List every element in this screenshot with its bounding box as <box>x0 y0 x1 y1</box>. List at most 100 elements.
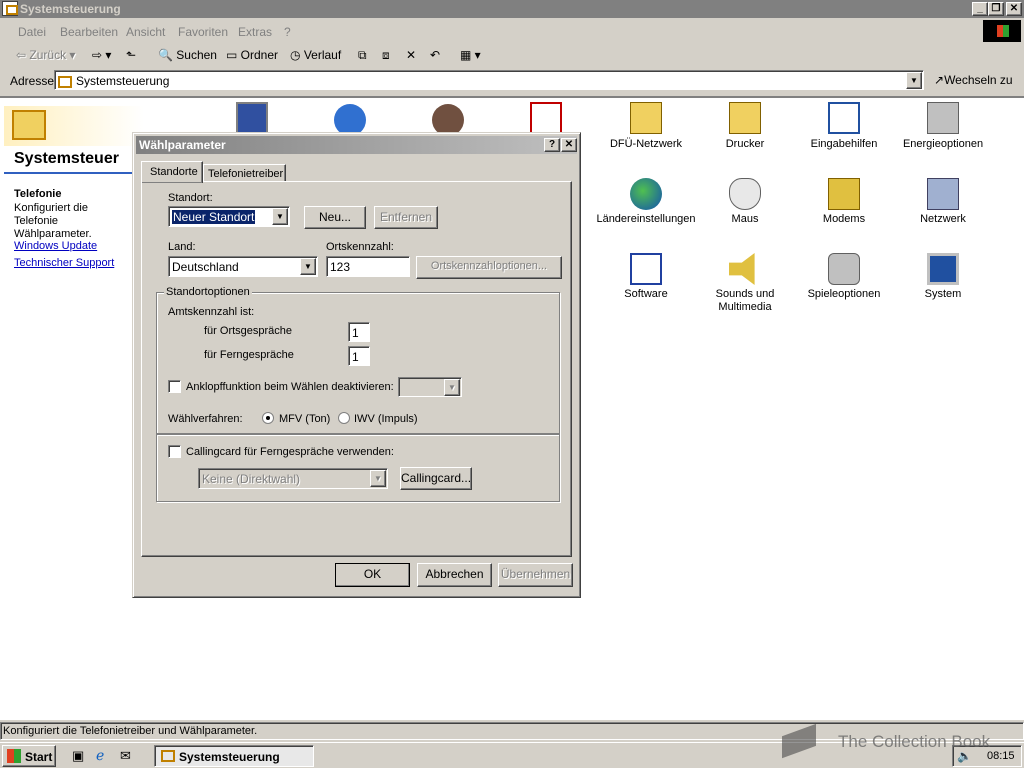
anklopf-label: Anklopffunktion beim Wählen deaktivieren… <box>186 381 394 393</box>
callingcard-button[interactable]: Callingcard... <box>400 467 472 490</box>
menu-datei[interactable]: Datei <box>18 25 46 39</box>
standort-combo[interactable]: Neuer Standort ▼ <box>168 206 290 227</box>
show-desktop-icon[interactable]: ▣ <box>72 748 84 764</box>
book-icon <box>776 722 822 762</box>
icon-label[interactable]: Sounds und Multimedia <box>695 288 795 314</box>
land-combo[interactable]: Deutschland ▼ <box>168 256 318 277</box>
fern-input[interactable]: 1 <box>348 346 370 366</box>
mfv-radio[interactable] <box>262 412 274 424</box>
icon-label[interactable]: DFÜ-Netzwerk <box>596 138 696 150</box>
maximize-button[interactable]: ❐ <box>988 2 1004 16</box>
forward-button[interactable]: ⇨ ▾ <box>92 48 111 62</box>
globe-icon[interactable] <box>630 178 662 210</box>
menu-extras[interactable]: Extras <box>238 25 272 39</box>
network-icon[interactable] <box>927 178 959 210</box>
dialog-titlebar[interactable]: Wählparameter ? ✕ <box>136 136 577 154</box>
scheduled-tasks-icon[interactable] <box>530 102 562 134</box>
minimize-button[interactable]: _ <box>972 2 988 16</box>
folders-button[interactable]: ▭ Ordner <box>226 48 278 62</box>
task-systemsteuerung[interactable]: Systemsteuerung <box>154 745 314 767</box>
delete-icon[interactable]: ✕ <box>406 48 416 62</box>
window-titlebar[interactable]: Systemsteuerung _ ❐ ✕ <box>0 0 1024 18</box>
back-button[interactable]: ⇦ Zurück ▾ <box>16 48 75 62</box>
address-dropdown-icon[interactable]: ▼ <box>906 72 922 89</box>
anklopf-checkbox[interactable] <box>168 380 181 393</box>
icon-label[interactable]: Modems <box>794 213 894 225</box>
up-folder-icon[interactable]: ⬑ <box>126 48 136 62</box>
address-input[interactable]: Systemsteuerung ▼ <box>54 70 924 90</box>
item-description: Konfiguriert die Telefonie Wählparameter… <box>14 202 92 240</box>
copy-to-icon[interactable]: ⧈ <box>382 48 390 63</box>
icon-label[interactable]: Eingabehilfen <box>794 138 894 150</box>
toolbar: ⇦ Zurück ▾ ⇨ ▾ ⬑ 🔍 Suchen ▭ Ordner ◷ Ver… <box>0 44 1024 68</box>
ok-button[interactable]: OK <box>335 563 410 587</box>
accessibility-icon[interactable] <box>828 102 860 134</box>
clock: 08:15 <box>987 750 1015 762</box>
icon-label[interactable]: Drucker <box>695 138 795 150</box>
apply-button[interactable]: Übernehmen <box>498 563 573 587</box>
views-icon[interactable]: ▦ ▾ <box>460 48 481 62</box>
close-button[interactable]: ✕ <box>1006 2 1022 16</box>
remove-location-button[interactable]: Entfernen <box>374 206 438 229</box>
control-panel-icon <box>2 1 18 16</box>
menu-bearbeiten[interactable]: Bearbeiten <box>60 25 118 39</box>
iwv-label: IWV (Impuls) <box>354 413 418 425</box>
mouse-icon[interactable] <box>729 178 761 210</box>
menu-ansicht[interactable]: Ansicht <box>126 25 165 39</box>
address-label: Adresse <box>10 74 55 88</box>
control-panel-icon <box>161 750 175 762</box>
standort-label: Standort: <box>168 192 213 204</box>
ortskennzahl-input[interactable]: 123 <box>326 256 410 277</box>
support-link[interactable]: Technischer Support <box>14 257 114 269</box>
icon-label[interactable]: Software <box>596 288 696 300</box>
anklopf-combo[interactable]: ▼ <box>398 377 462 397</box>
display-icon[interactable] <box>236 102 268 134</box>
go-button[interactable]: ↗Wechseln zu <box>934 73 1013 87</box>
cancel-button[interactable]: Abbrechen <box>417 563 492 587</box>
chevron-down-icon[interactable]: ▼ <box>300 258 316 275</box>
network-dialup-icon[interactable] <box>630 102 662 134</box>
software-icon[interactable] <box>630 253 662 285</box>
ortskennzahl-options-button[interactable]: Ortskennzahloptionen... <box>416 256 562 279</box>
joystick-icon[interactable] <box>828 253 860 285</box>
icon-label[interactable]: Spieleoptionen <box>794 288 894 300</box>
fern-label: für Ferngespräche <box>204 349 294 361</box>
callingcard-checkbox[interactable] <box>168 445 181 458</box>
icon-label[interactable]: Maus <box>695 213 795 225</box>
speaker-icon[interactable] <box>729 253 755 285</box>
status-text: Konfiguriert die Telefonietreiber und Wä… <box>3 725 258 737</box>
help-button[interactable]: ? <box>544 138 560 152</box>
start-button[interactable]: Start <box>2 745 56 767</box>
chevron-down-icon[interactable]: ▼ <box>272 208 288 225</box>
icon-label[interactable]: Netzwerk <box>893 213 993 225</box>
menu-help[interactable]: ? <box>284 25 291 39</box>
orts-input[interactable]: 1 <box>348 322 370 342</box>
window-title: Systemsteuerung <box>20 2 121 16</box>
dialog-close-button[interactable]: ✕ <box>561 138 577 152</box>
power-icon[interactable] <box>927 102 959 134</box>
outlook-icon[interactable]: ✉ <box>120 748 131 764</box>
tab-standorte[interactable]: Standorte <box>141 161 203 183</box>
callingcard-combo[interactable]: Keine (Direktwahl) ▼ <box>198 468 388 489</box>
control-panel-large-icon <box>12 110 46 140</box>
move-to-icon[interactable]: ⧉ <box>358 48 367 63</box>
windows-update-link[interactable]: Windows Update <box>14 240 97 252</box>
history-button[interactable]: ◷ Verlauf <box>290 48 341 62</box>
icon-label[interactable]: Ländereinstellungen <box>596 213 696 225</box>
control-panel-icon <box>58 75 72 88</box>
undo-icon[interactable]: ↶ <box>430 48 440 62</box>
icon-label[interactable]: System <box>893 288 993 300</box>
internet-explorer-icon[interactable]: ℯ <box>96 747 104 764</box>
modem-icon[interactable] <box>828 178 860 210</box>
icon-label[interactable]: Energieoptionen <box>893 138 993 150</box>
waehlverfahren-label: Wählverfahren: <box>168 413 243 425</box>
search-button[interactable]: 🔍 Suchen <box>158 48 217 62</box>
chevron-down-icon[interactable]: ▼ <box>444 379 460 396</box>
chevron-down-icon[interactable]: ▼ <box>370 470 386 487</box>
iwv-radio[interactable] <box>338 412 350 424</box>
computer-icon[interactable] <box>927 253 959 285</box>
orts-label: für Ortsgespräche <box>204 325 293 337</box>
printer-icon[interactable] <box>729 102 761 134</box>
menu-favoriten[interactable]: Favoriten <box>178 25 228 39</box>
new-location-button[interactable]: Neu... <box>304 206 366 229</box>
